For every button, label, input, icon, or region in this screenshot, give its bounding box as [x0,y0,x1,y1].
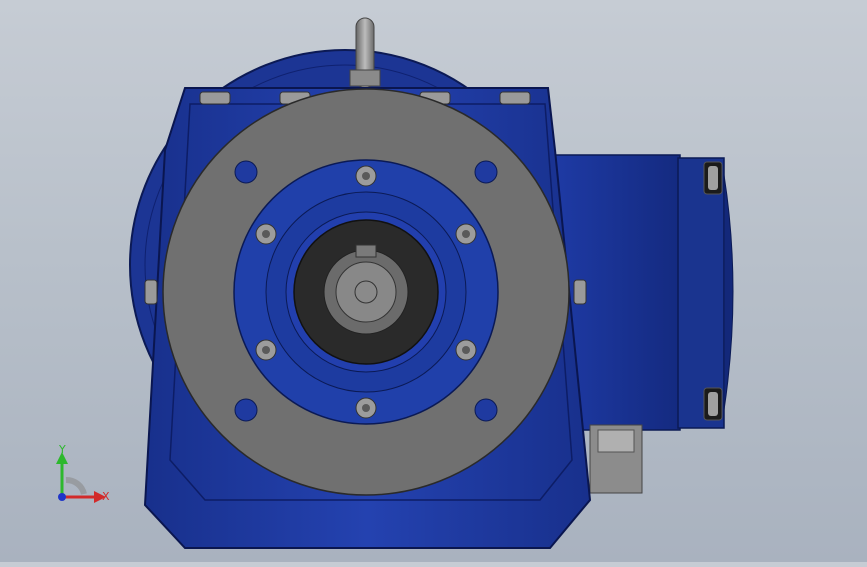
rotation-arc [65,477,87,495]
x-axis-label: X [102,490,110,503]
y-axis-label: Y [58,443,66,456]
coordinate-triad: Y X [40,440,130,520]
shaft-bore [293,219,439,365]
graphics-viewport[interactable]: Y X [0,0,867,562]
z-axis-dot [58,493,66,501]
gearbox-model[interactable] [0,0,867,562]
